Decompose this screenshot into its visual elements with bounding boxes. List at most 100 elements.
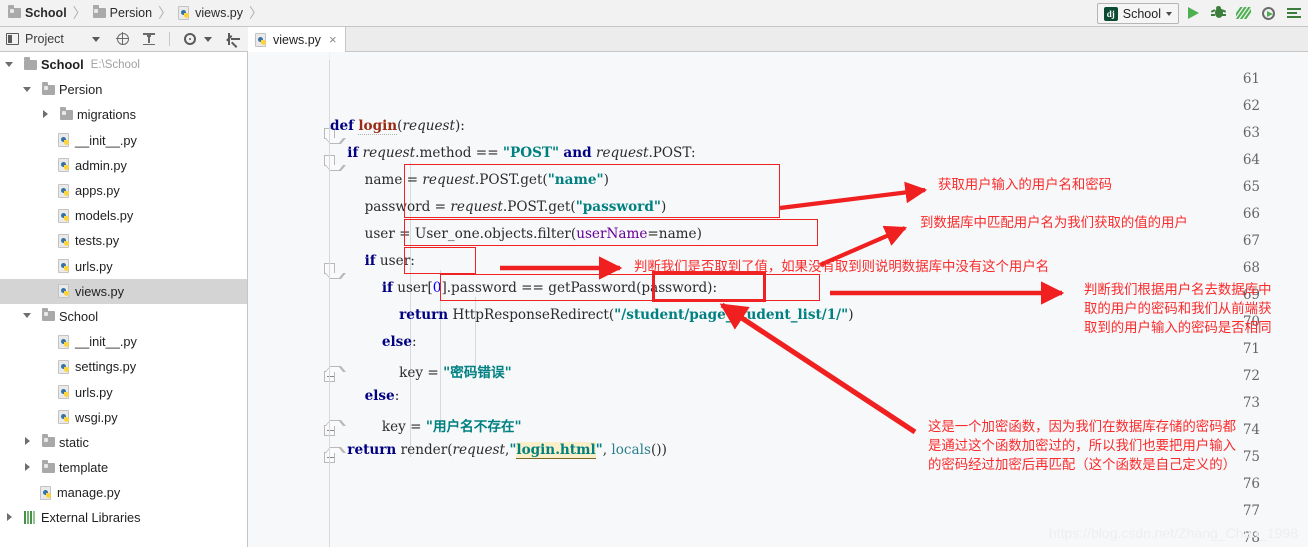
window-mode-icon[interactable] bbox=[6, 33, 19, 45]
project-tree[interactable]: School E:\School Persion migrations __in… bbox=[0, 52, 248, 547]
tree-row-school-root[interactable]: School E:\School bbox=[0, 52, 247, 77]
python-file-icon bbox=[58, 183, 71, 198]
tree-row-urls-persion[interactable]: urls.py bbox=[0, 254, 247, 279]
tree-item-label: migrations bbox=[77, 107, 137, 123]
library-icon bbox=[24, 511, 37, 525]
tree-item-label: settings.py bbox=[75, 359, 137, 375]
chevron-down-icon[interactable] bbox=[4, 59, 16, 71]
python-file-icon bbox=[58, 410, 71, 425]
tree-row-external-libraries[interactable]: External Libraries bbox=[0, 505, 247, 530]
tree-item-label: models.py bbox=[75, 208, 134, 224]
python-file-icon bbox=[58, 233, 71, 248]
watermark: https://blog.csdn.net/Zhang_Chao_1998 bbox=[1048, 525, 1298, 541]
tree-item-label: External Libraries bbox=[41, 510, 141, 526]
chevron-down-icon bbox=[1166, 11, 1172, 16]
chevron-right-icon[interactable] bbox=[40, 109, 52, 121]
tree-item-label: apps.py bbox=[75, 183, 120, 199]
python-file-icon bbox=[58, 284, 71, 299]
collapse-all-icon[interactable] bbox=[143, 33, 155, 45]
locate-icon[interactable] bbox=[115, 31, 129, 45]
python-file-icon bbox=[58, 158, 71, 173]
profile-icon bbox=[1262, 7, 1275, 20]
django-icon: dj bbox=[1103, 6, 1118, 21]
chevron-right-icon[interactable] bbox=[22, 462, 34, 474]
bug-icon bbox=[1210, 6, 1227, 19]
hide-icon[interactable] bbox=[226, 33, 240, 48]
breadcrumb-item-school[interactable]: School bbox=[8, 5, 67, 20]
tree-item-label: __init__.py bbox=[75, 334, 137, 350]
project-panel-title: Project bbox=[25, 32, 64, 46]
tree-row-admin[interactable]: admin.py bbox=[0, 153, 247, 178]
tree-row-init-persion[interactable]: __init__.py bbox=[0, 128, 247, 153]
python-file-icon bbox=[58, 208, 71, 223]
chevron-down-icon[interactable] bbox=[22, 84, 34, 96]
settings-gear-icon[interactable] bbox=[184, 33, 196, 45]
breadcrumb-item-persion[interactable]: Persion bbox=[92, 5, 153, 20]
tab-viewspy[interactable]: views.py × bbox=[248, 27, 346, 52]
tree-item-label: urls.py bbox=[75, 258, 113, 274]
tree-row-template[interactable]: template bbox=[0, 455, 247, 480]
lines-run-icon bbox=[1287, 8, 1301, 19]
tree-row-apps[interactable]: apps.py bbox=[0, 178, 247, 203]
breadcrumb-separator: 〉 bbox=[72, 5, 87, 21]
chevron-down-icon[interactable] bbox=[91, 36, 100, 42]
tree-item-label: views.py bbox=[75, 283, 125, 299]
editor-gutter[interactable] bbox=[248, 52, 330, 547]
tree-item-label: wsgi.py bbox=[75, 409, 118, 425]
run-toolbar: dj School bbox=[1096, 2, 1304, 25]
highlight-box-if-user bbox=[404, 247, 476, 274]
tree-row-tests[interactable]: tests.py bbox=[0, 228, 247, 253]
breadcrumb-item-viewspy[interactable]: views.py bbox=[178, 6, 243, 20]
folder-icon bbox=[8, 5, 21, 18]
tree-item-label: urls.py bbox=[75, 384, 113, 400]
tree-item-label: manage.py bbox=[57, 485, 121, 501]
close-icon[interactable]: × bbox=[329, 32, 337, 47]
tree-row-migrations[interactable]: migrations bbox=[0, 102, 247, 127]
tree-row-static[interactable]: static bbox=[0, 430, 247, 455]
python-file-icon bbox=[40, 485, 53, 500]
breadcrumb-label: School bbox=[25, 6, 67, 20]
tree-item-label: admin.py bbox=[75, 157, 127, 173]
coverage-icon bbox=[1236, 7, 1251, 19]
folder-icon bbox=[92, 5, 106, 18]
tree-item-label: template bbox=[59, 460, 109, 476]
tree-row-wsgi[interactable]: wsgi.py bbox=[0, 405, 247, 430]
folder-icon bbox=[42, 308, 55, 322]
highlight-box-user-filter bbox=[404, 219, 818, 246]
coverage-button[interactable] bbox=[1233, 3, 1254, 24]
tree-row-urls-school[interactable]: urls.py bbox=[0, 379, 247, 404]
python-file-icon bbox=[58, 334, 71, 349]
chevron-down-icon[interactable] bbox=[22, 310, 34, 322]
python-file-icon bbox=[58, 133, 71, 148]
tab-label: views.py bbox=[273, 32, 321, 47]
tree-row-init-school[interactable]: __init__.py bbox=[0, 329, 247, 354]
python-file-icon bbox=[178, 6, 191, 20]
folder-icon bbox=[60, 106, 73, 120]
tree-item-label: Persion bbox=[59, 82, 103, 98]
breadcrumb-label: Persion bbox=[109, 6, 153, 20]
run-configuration-selector[interactable]: dj School bbox=[1096, 3, 1179, 24]
tree-row-models[interactable]: models.py bbox=[0, 203, 247, 228]
profile-button[interactable] bbox=[1258, 3, 1279, 24]
chevron-down-icon[interactable] bbox=[204, 36, 212, 42]
chevron-right-icon[interactable] bbox=[4, 512, 16, 524]
debug-button[interactable] bbox=[1208, 3, 1229, 24]
run-anything-button[interactable] bbox=[1283, 3, 1304, 24]
pycharm-window: School 〉 Persion 〉 views.py 〉 dj School bbox=[0, 0, 1308, 547]
run-button[interactable] bbox=[1183, 3, 1204, 24]
folder-icon bbox=[42, 459, 55, 473]
python-file-icon bbox=[58, 385, 71, 400]
folder-icon bbox=[42, 81, 55, 95]
tree-row-views[interactable]: views.py bbox=[0, 278, 247, 304]
tree-item-path: E:\School bbox=[90, 58, 140, 71]
folder-icon bbox=[24, 56, 37, 70]
tree-row-school-pkg[interactable]: School bbox=[0, 304, 247, 329]
tree-row-manage[interactable]: manage.py bbox=[0, 480, 247, 505]
annotation-check-user-exists: 判断我们是否取到了值，如果没有取到则说明数据库中没有这个用户名 bbox=[634, 260, 1050, 275]
run-configuration-label: School bbox=[1122, 6, 1161, 21]
chevron-right-icon[interactable] bbox=[22, 436, 34, 448]
folder-icon bbox=[42, 434, 55, 448]
tree-row-settings[interactable]: settings.py bbox=[0, 354, 247, 379]
annotation-query-database: 到数据库中匹配用户名为我们获取的值的用户 bbox=[920, 216, 1188, 231]
tree-row-persion[interactable]: Persion bbox=[0, 77, 247, 102]
